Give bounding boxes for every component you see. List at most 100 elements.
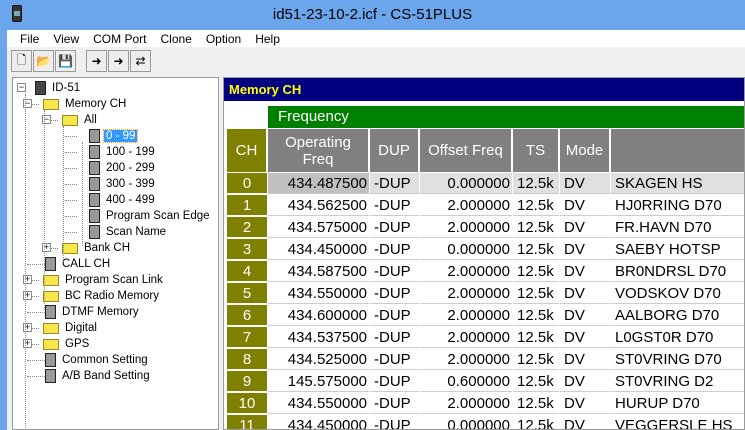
column-header-dup[interactable]: DUP: [370, 129, 419, 172]
table-row[interactable]: 6 434.600000 -DUP 2.000000 12.5k DV AALBORG D7…: [227, 305, 744, 327]
tree-item-program-scan-edge[interactable]: Program Scan Edge: [13, 208, 213, 224]
table-row[interactable]: 2 434.575000 -DUP 2.000000 12.5k DV FR.HAVN D7…: [227, 217, 744, 239]
name-cell[interactable]: L0GST0R D70: [611, 327, 744, 348]
tree-item-0-99[interactable]: 0 - 99: [13, 128, 213, 144]
table-row[interactable]: 1 434.562500 -DUP 2.000000 12.5k DV HJ0RRING D…: [227, 195, 744, 217]
tree-item-gps[interactable]: + GPS: [13, 336, 213, 352]
offset-freq-cell[interactable]: 2.000000: [420, 349, 512, 370]
menu-clone[interactable]: Clone: [153, 30, 198, 47]
save-button[interactable]: 💾: [55, 50, 76, 72]
dup-cell[interactable]: -DUP: [370, 393, 419, 414]
dup-cell[interactable]: -DUP: [370, 349, 419, 370]
ts-cell[interactable]: 12.5k: [513, 415, 559, 429]
name-cell[interactable]: SKAGEN HS: [611, 173, 744, 194]
mode-cell[interactable]: DV: [560, 327, 610, 348]
mode-cell[interactable]: DV: [560, 305, 610, 326]
tree-item-scan-name[interactable]: Scan Name: [13, 224, 213, 240]
offset-freq-cell[interactable]: 0.600000: [420, 371, 512, 392]
dup-cell[interactable]: -DUP: [370, 217, 419, 238]
ts-cell[interactable]: 12.5k: [513, 393, 559, 414]
dup-cell[interactable]: -DUP: [370, 195, 419, 216]
name-cell[interactable]: VODSKOV D70: [611, 283, 744, 304]
operating-freq-cell[interactable]: 434.600000: [268, 305, 369, 326]
ts-cell[interactable]: 12.5k: [513, 371, 559, 392]
name-cell[interactable]: ST0VRING D2: [611, 371, 744, 392]
operating-freq-cell[interactable]: 434.525000: [268, 349, 369, 370]
column-header-ch[interactable]: CH: [227, 129, 267, 172]
name-cell[interactable]: VEGGERSLE HS: [611, 415, 744, 429]
ts-cell[interactable]: 12.5k: [513, 261, 559, 282]
ts-cell[interactable]: 12.5k: [513, 283, 559, 304]
table-row[interactable]: 0 434.487500 -DUP 0.000000 12.5k DV SKAGEN HS: [227, 173, 744, 195]
mode-cell[interactable]: DV: [560, 239, 610, 260]
table-row[interactable]: 11 434.450000 -DUP 0.000000 12.5k DV VEGGERSLE…: [227, 415, 744, 429]
tree-item-100-199[interactable]: 100 - 199: [13, 144, 213, 160]
column-header-mode[interactable]: Mode: [560, 129, 610, 172]
column-header-operating-freq[interactable]: Operating Freq: [268, 129, 369, 172]
tree-item-300-399[interactable]: 300 - 399: [13, 176, 213, 192]
offset-freq-cell[interactable]: 2.000000: [420, 393, 512, 414]
menu-option[interactable]: Option: [199, 30, 248, 47]
ts-cell[interactable]: 12.5k: [513, 327, 559, 348]
tree-item-400-499[interactable]: 400 - 499: [13, 192, 213, 208]
ts-cell[interactable]: 12.5k: [513, 239, 559, 260]
column-header-name[interactable]: Name: [611, 129, 744, 172]
menu-file[interactable]: File: [13, 30, 46, 47]
dup-cell[interactable]: -DUP: [370, 327, 419, 348]
offset-freq-cell[interactable]: 0.000000: [420, 173, 512, 194]
tree-item-memory-ch[interactable]: − Memory CH: [13, 96, 213, 112]
operating-freq-cell[interactable]: 145.575000: [268, 371, 369, 392]
tree-item-id-51[interactable]: − ID-51: [13, 80, 213, 96]
table-row[interactable]: 3 434.450000 -DUP 0.000000 12.5k DV SAEBY HOTS…: [227, 239, 744, 261]
offset-freq-cell[interactable]: 2.000000: [420, 195, 512, 216]
name-cell[interactable]: AALBORG D70: [611, 305, 744, 326]
operating-freq-cell[interactable]: 434.450000: [268, 239, 369, 260]
menu-help[interactable]: Help: [248, 30, 287, 47]
operating-freq-cell[interactable]: 434.550000: [268, 283, 369, 304]
mode-cell[interactable]: DV: [560, 283, 610, 304]
tree-item-call-ch[interactable]: CALL CH: [13, 256, 213, 272]
operating-freq-cell[interactable]: 434.550000: [268, 393, 369, 414]
operating-freq-cell[interactable]: 434.450000: [268, 415, 369, 429]
table-row[interactable]: 4 434.587500 -DUP 2.000000 12.5k DV BR0NDRSL D…: [227, 261, 744, 283]
table-row[interactable]: 10 434.550000 -DUP 2.000000 12.5k DV HURUP D70: [227, 393, 744, 415]
new-file-button[interactable]: 🗋: [11, 50, 32, 72]
mode-cell[interactable]: DV: [560, 173, 610, 194]
name-cell[interactable]: HURUP D70: [611, 393, 744, 414]
operating-freq-cell[interactable]: 434.575000: [268, 217, 369, 238]
table-row[interactable]: 7 434.537500 -DUP 2.000000 12.5k DV L0GST0R D7…: [227, 327, 744, 349]
dup-cell[interactable]: -DUP: [370, 173, 419, 194]
offset-freq-cell[interactable]: 2.000000: [420, 217, 512, 238]
mode-cell[interactable]: DV: [560, 217, 610, 238]
mode-cell[interactable]: DV: [560, 371, 610, 392]
ts-cell[interactable]: 12.5k: [513, 305, 559, 326]
open-folder-button[interactable]: 📂: [33, 50, 54, 72]
column-header-offset-freq[interactable]: Offset Freq: [420, 129, 512, 172]
name-cell[interactable]: ST0VRING D70: [611, 349, 744, 370]
tree-item-digital[interactable]: + Digital: [13, 320, 213, 336]
mode-cell[interactable]: DV: [560, 393, 610, 414]
dup-cell[interactable]: -DUP: [370, 261, 419, 282]
ts-cell[interactable]: 12.5k: [513, 195, 559, 216]
mode-cell[interactable]: DV: [560, 195, 610, 216]
operating-freq-cell[interactable]: 434.487500: [268, 173, 369, 194]
tree-item-bc-radio-memory[interactable]: + BC Radio Memory: [13, 288, 213, 304]
offset-freq-cell[interactable]: 0.000000: [420, 415, 512, 429]
tree-item-200-299[interactable]: 200 - 299: [13, 160, 213, 176]
operating-freq-cell[interactable]: 434.587500: [268, 261, 369, 282]
tree-item-program-scan-link[interactable]: + Program Scan Link: [13, 272, 213, 288]
mode-cell[interactable]: DV: [560, 415, 610, 429]
name-cell[interactable]: FR.HAVN D70: [611, 217, 744, 238]
mode-cell[interactable]: DV: [560, 261, 610, 282]
name-cell[interactable]: SAEBY HOTSP: [611, 239, 744, 260]
name-cell[interactable]: HJ0RRING D70: [611, 195, 744, 216]
column-header-ts[interactable]: TS: [513, 129, 559, 172]
operating-freq-cell[interactable]: 434.537500: [268, 327, 369, 348]
ts-cell[interactable]: 12.5k: [513, 349, 559, 370]
dup-cell[interactable]: -DUP: [370, 239, 419, 260]
table-row[interactable]: 8 434.525000 -DUP 2.000000 12.5k DV ST0VRING D…: [227, 349, 744, 371]
mode-cell[interactable]: DV: [560, 349, 610, 370]
offset-freq-cell[interactable]: 0.000000: [420, 239, 512, 260]
offset-freq-cell[interactable]: 2.000000: [420, 283, 512, 304]
read-from-pc-button[interactable]: ➜: [86, 50, 107, 72]
